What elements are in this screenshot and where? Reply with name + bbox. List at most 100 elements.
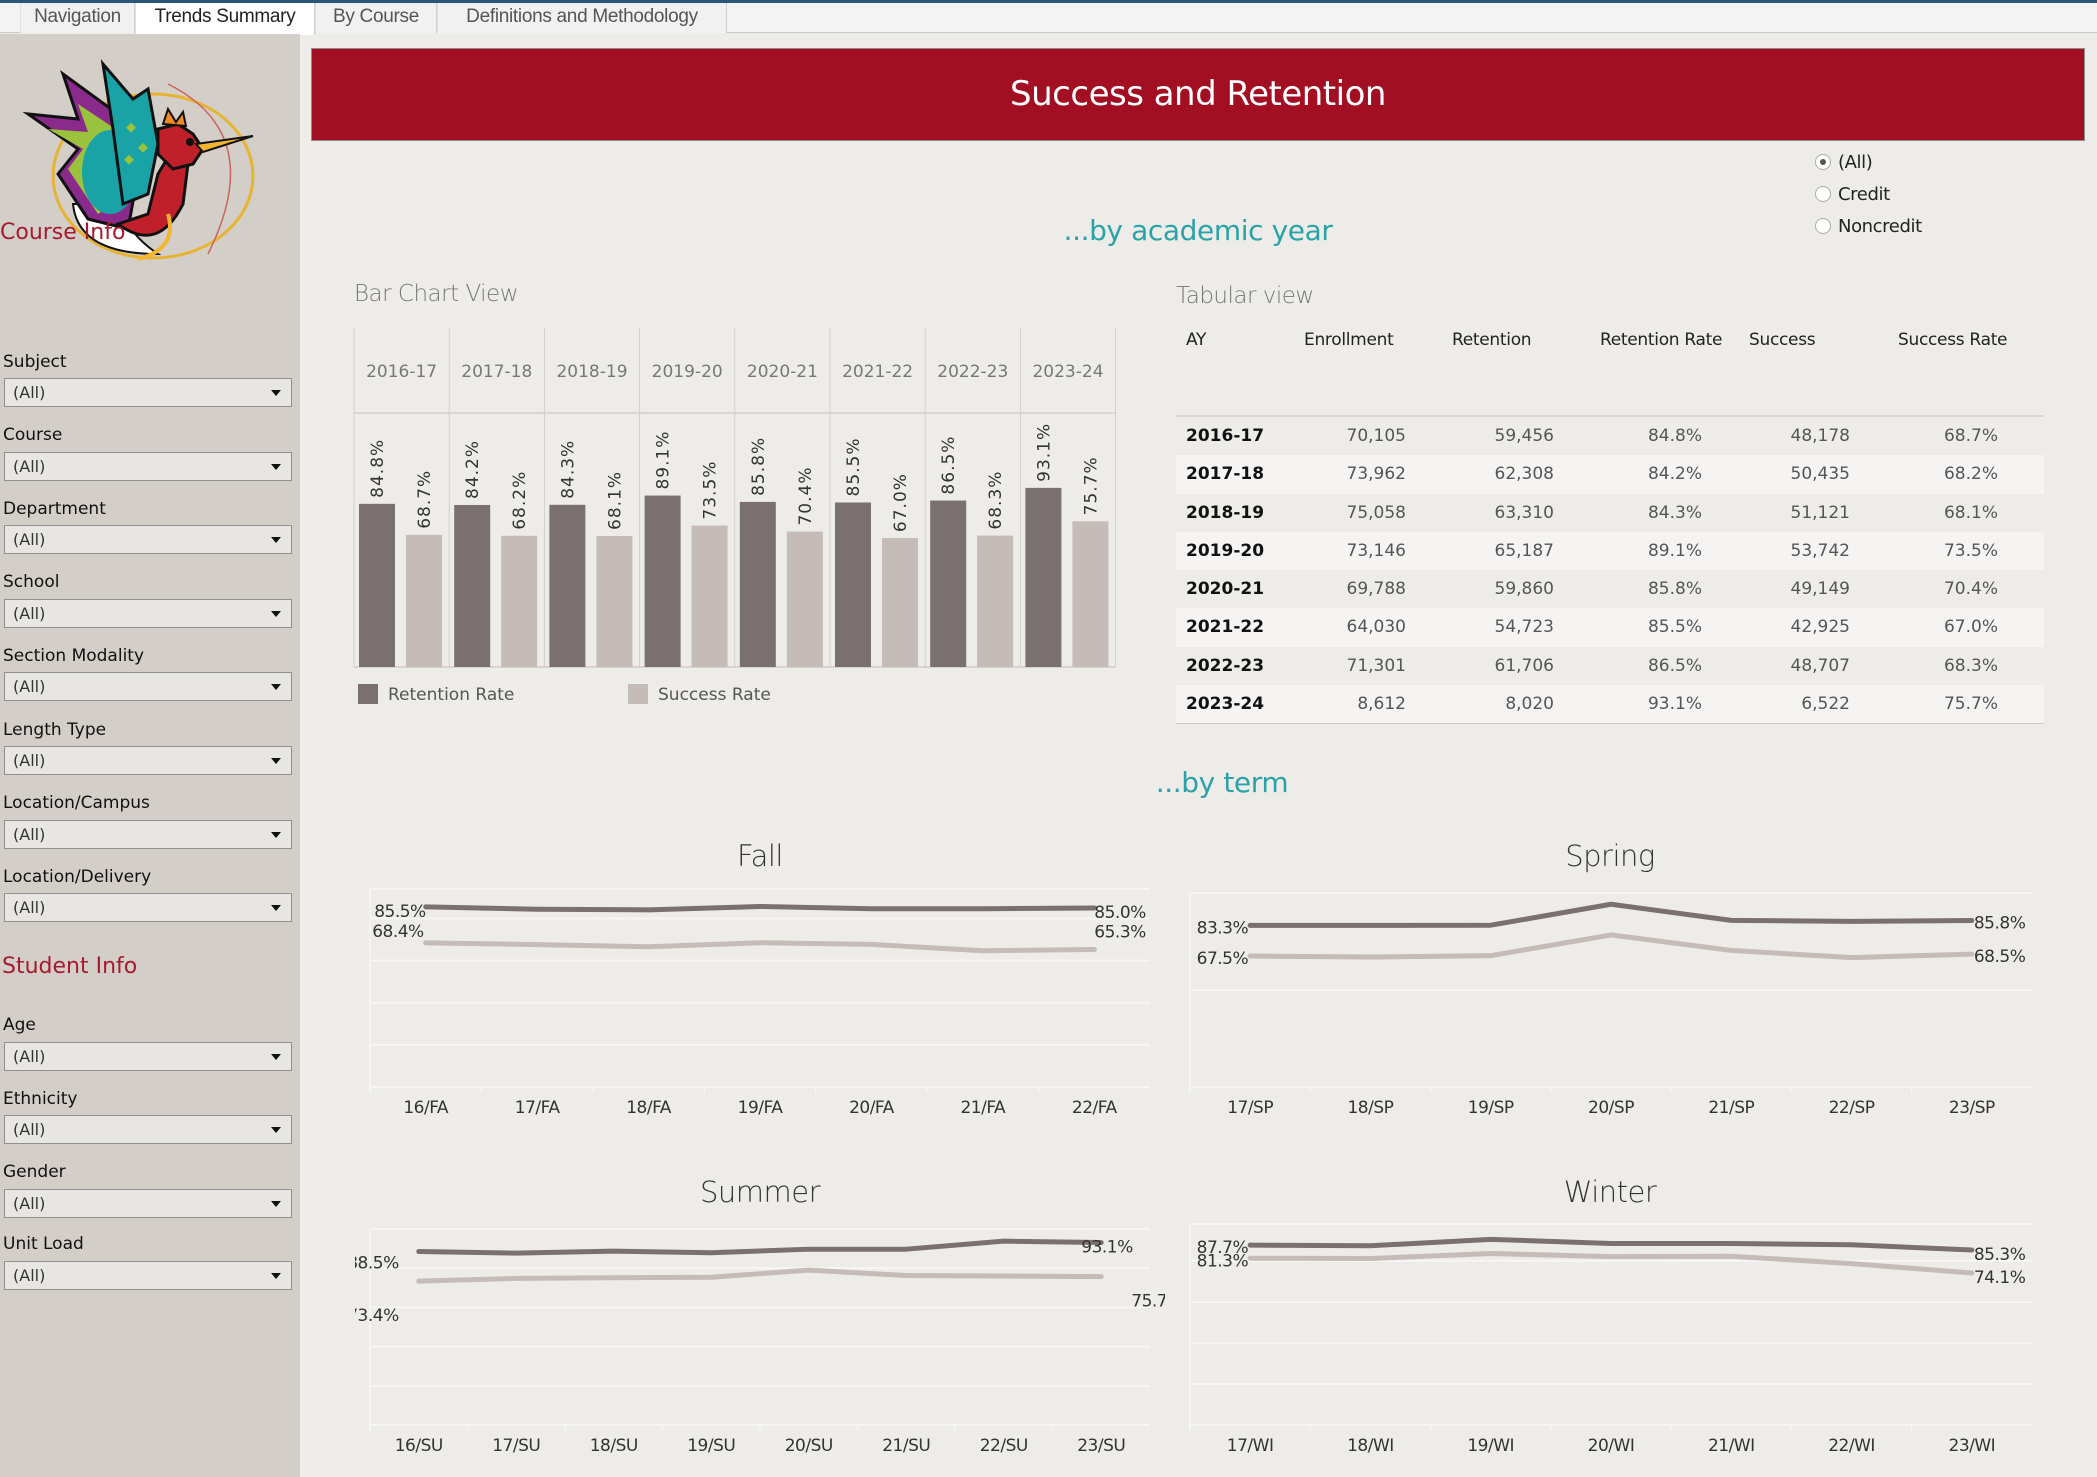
- radio-unselected-icon: [1815, 218, 1831, 234]
- table-row: 2019-20 73,146 65,187 89.1% 53,742 73.5%: [1176, 531, 2044, 571]
- success-rate-line: [423, 940, 1097, 954]
- age-dropdown[interactable]: (All): [4, 1042, 292, 1071]
- x-tick-label: 17/FA: [515, 1098, 561, 1118]
- x-tick-label: 23/WI: [1949, 1436, 1996, 1456]
- course-dropdown[interactable]: (All): [4, 452, 292, 481]
- dropdown-value: (All): [13, 898, 46, 917]
- radio-label: Noncredit: [1838, 215, 1922, 237]
- table-cell: 84.2%: [1647, 464, 1702, 485]
- legend-swatch-retention: [358, 684, 378, 704]
- col-header-retention-rate: Retention Rate: [1600, 330, 1723, 350]
- gender-dropdown[interactable]: (All): [4, 1189, 292, 1218]
- category-label: 2017-18: [461, 362, 532, 382]
- tab-trends-summary[interactable]: Trends Summary: [135, 3, 315, 35]
- student-info-heading: Student Info: [2, 954, 138, 979]
- location-campus-dropdown[interactable]: (All): [4, 820, 292, 849]
- table-cell-ay: 2023-24: [1186, 694, 1265, 715]
- table-cell: 71,301: [1346, 655, 1406, 676]
- table-bottom-border: [1176, 723, 2044, 725]
- start-value-label: 68.4%: [372, 922, 424, 942]
- radio-noncredit[interactable]: Noncredit: [1815, 210, 1922, 242]
- start-value-label: 88.5%: [355, 1254, 399, 1274]
- radio-credit[interactable]: Credit: [1815, 178, 1922, 210]
- start-value-label: 67.5%: [1197, 949, 1249, 969]
- x-tick-label: 17/SP: [1227, 1098, 1273, 1118]
- table-cell: 65,187: [1494, 540, 1554, 561]
- category-label: 2018-19: [556, 362, 627, 382]
- section-modality-dropdown[interactable]: (All): [4, 672, 292, 701]
- table-cell: 73,962: [1346, 464, 1406, 485]
- x-tick-label: 19/WI: [1467, 1436, 1514, 1456]
- x-tick-label: 21/WI: [1708, 1436, 1755, 1456]
- x-tick-label: 18/FA: [626, 1098, 672, 1118]
- end-value-label: 65.3%: [1094, 922, 1146, 942]
- table-cell: 62,308: [1494, 464, 1554, 485]
- bar-value-label: 84.2%: [463, 440, 483, 499]
- dropdown-value: (All): [13, 604, 46, 623]
- table-cell: 84.8%: [1647, 426, 1702, 446]
- table-row: 2021-22 64,030 54,723 85.5% 42,925 67.0%: [1176, 608, 2044, 647]
- x-tick-label: 16/SU: [395, 1436, 443, 1456]
- x-tick-label: 19/FA: [738, 1098, 784, 1118]
- course-info-heading: Course Info: [0, 220, 126, 245]
- table-cell: 63,310: [1494, 502, 1554, 523]
- filter-label-gender: Gender: [3, 1162, 66, 1182]
- x-tick-label: 20/SP: [1588, 1098, 1634, 1118]
- school-dropdown[interactable]: (All): [4, 599, 292, 628]
- col-header-success: Success: [1749, 330, 1816, 350]
- dropdown-value: (All): [13, 383, 46, 402]
- table-cell: 70,105: [1346, 426, 1406, 446]
- location-delivery-dropdown[interactable]: (All): [4, 893, 292, 922]
- end-value-label: 85.3%: [1974, 1245, 2026, 1265]
- start-value-label: 83.3%: [1197, 918, 1249, 938]
- table-cell: 67.0%: [1943, 617, 1998, 638]
- end-value-label: 93.1%: [1081, 1238, 1133, 1258]
- bar-value-label: 85.5%: [844, 437, 864, 496]
- table-cell: 68.1%: [1943, 502, 1998, 523]
- bar-chart-view-title: Bar Chart View: [354, 281, 519, 307]
- summer-line-chart: 16/SU 17/SU 18/SU 19/SU 20/SU 21/SU 22/SU 23/SU…: [355, 1228, 1165, 1456]
- bar-value-label: 84.3%: [558, 440, 578, 499]
- subject-dropdown[interactable]: (All): [4, 378, 292, 407]
- length-type-dropdown[interactable]: (All): [4, 746, 292, 775]
- success-rate-bar: [977, 535, 1014, 667]
- tab-by-course[interactable]: By Course: [315, 3, 437, 33]
- ethnicity-dropdown[interactable]: (All): [4, 1115, 292, 1144]
- dropdown-value: (All): [13, 1120, 46, 1139]
- table-cell-ay: 2016-17: [1186, 426, 1265, 446]
- by-academic-year-heading: ...by academic year: [1063, 214, 1333, 247]
- table-cell-ay: 2021-22: [1186, 617, 1265, 638]
- bar-value-label: 68.1%: [605, 471, 625, 530]
- x-tick-label: 20/WI: [1588, 1436, 1635, 1456]
- radio-label: Credit: [1838, 183, 1890, 205]
- tab-navigation[interactable]: Navigation: [20, 3, 135, 33]
- department-dropdown[interactable]: (All): [4, 525, 292, 554]
- filter-label-course: Course: [3, 425, 63, 445]
- retention-rate-bar: [549, 504, 586, 667]
- start-value-label: 85.5%: [374, 902, 426, 922]
- winter-line-chart: 17/WI 18/WI 19/WI 20/WI 21/WI 22/WI 23/WI87.7%…: [1189, 1223, 2032, 1456]
- page-header-banner: Success and Retention: [311, 48, 2085, 141]
- retention-rate-bar: [739, 501, 776, 667]
- success-rate-bar: [596, 535, 633, 667]
- success-rate-bar: [786, 531, 823, 667]
- retention-rate-line: [1247, 1236, 1975, 1253]
- legend-label-success: Success Rate: [658, 685, 771, 705]
- radio-all[interactable]: (All): [1815, 146, 1922, 178]
- table-cell: 84.3%: [1647, 502, 1702, 523]
- table-cell: 69,788: [1346, 579, 1406, 600]
- table-row: 2022-23 71,301 61,706 86.5% 48,707 68.3%: [1176, 647, 2044, 685]
- radio-selected-icon: [1815, 154, 1831, 170]
- chevron-down-icon: [271, 611, 281, 617]
- table-cell: 93.1%: [1647, 694, 1702, 715]
- filter-label-location-campus: Location/Campus: [3, 793, 150, 813]
- table-cell: 61,706: [1494, 655, 1554, 676]
- unit-load-dropdown[interactable]: (All): [4, 1261, 292, 1290]
- legend-label-retention: Retention Rate: [388, 685, 514, 705]
- filter-label-length-type: Length Type: [3, 720, 107, 740]
- tab-definitions-methodology[interactable]: Definitions and Methodology: [437, 3, 727, 33]
- table-cell: 68.2%: [1943, 464, 1998, 485]
- table-body: 2016-17 70,105 59,456 84.8% 48,178 68.7% 2017-…: [1176, 417, 2044, 724]
- x-tick-label: 18/WI: [1347, 1436, 1394, 1456]
- category-label: 2020-21: [747, 362, 818, 382]
